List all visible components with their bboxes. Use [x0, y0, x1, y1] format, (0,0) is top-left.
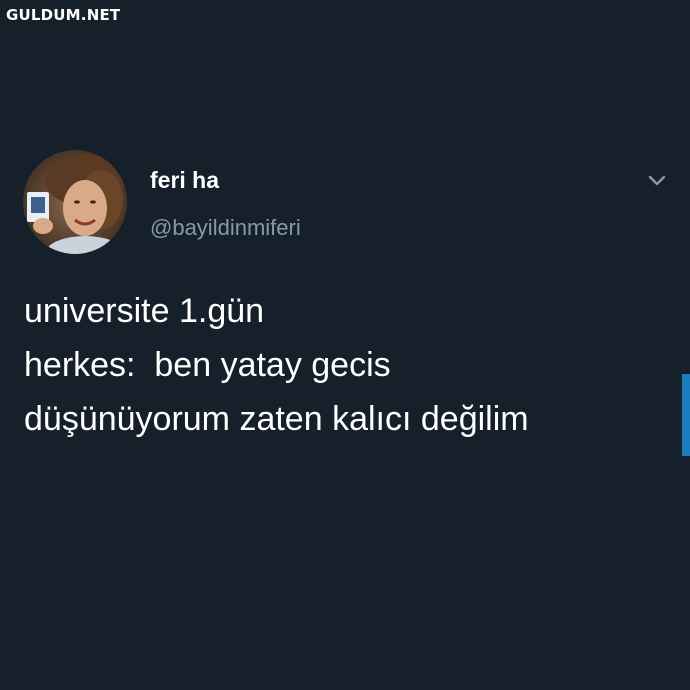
chevron-down-icon[interactable]	[644, 168, 670, 194]
tweet-line: düşünüyorum zaten kalıcı değilim	[24, 400, 529, 438]
author-handle[interactable]: @bayildinmiferi	[150, 215, 301, 241]
author-display-name[interactable]: feri ha	[150, 167, 219, 194]
tweet-line: universite 1.gün	[24, 292, 265, 330]
scrollbar[interactable]	[682, 374, 690, 456]
avatar[interactable]	[23, 150, 127, 254]
profile-photo-icon	[23, 150, 127, 254]
tweet-text: universite 1.gün herkes: ben yatay gecis…	[24, 284, 674, 446]
site-watermark: GULDUM.NET	[6, 6, 121, 24]
tweet-line: herkes: ben yatay gecis	[24, 346, 391, 384]
